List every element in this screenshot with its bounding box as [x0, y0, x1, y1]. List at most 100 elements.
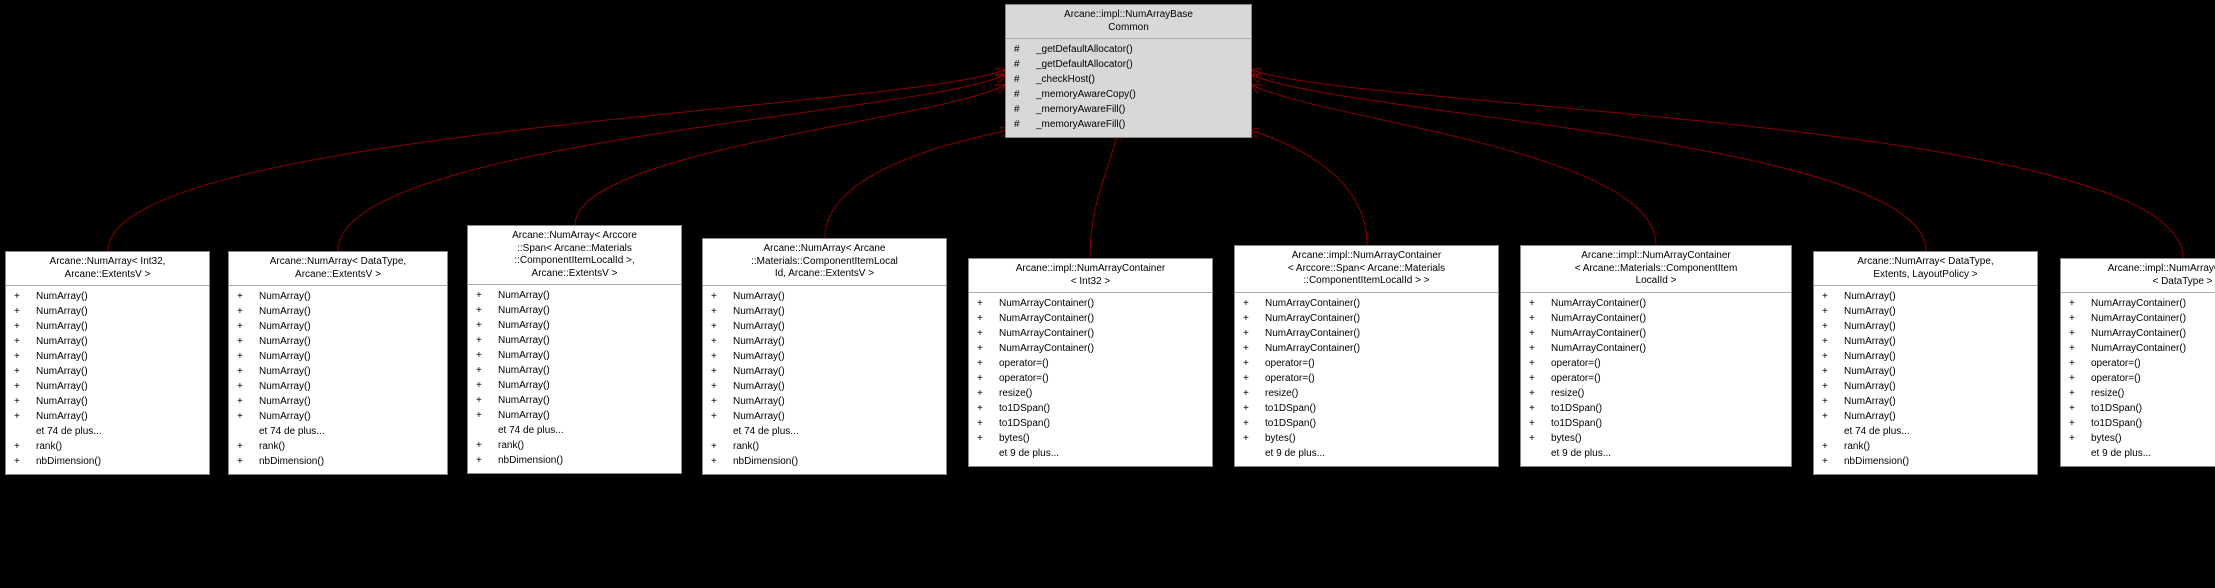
visibility: +: [2065, 356, 2087, 371]
member-row: +NumArray(): [233, 394, 443, 409]
member-row: +NumArray(): [707, 319, 942, 334]
visibility: +: [472, 378, 494, 393]
visibility: +: [1239, 326, 1261, 341]
uml-class-child[interactable]: Arcane::impl::NumArrayContainer < Arcane…: [1520, 245, 1792, 467]
visibility: +: [2065, 431, 2087, 446]
member-row: +NumArray(): [1818, 364, 2033, 379]
member-name: NumArray(): [1840, 349, 2033, 364]
member-name: bytes(): [1547, 431, 1787, 446]
visibility: +: [233, 364, 255, 379]
class-members: +NumArray()+NumArray()+NumArray()+NumArr…: [703, 286, 946, 474]
visibility: #: [1010, 57, 1032, 72]
member-row: +NumArray(): [472, 363, 677, 378]
member-row: +operator=(): [2065, 356, 2215, 371]
member-row: +bytes(): [1525, 431, 1787, 446]
uml-class-root[interactable]: Arcane::impl::NumArrayBase Common #_getD…: [1005, 4, 1252, 138]
class-title: Arcane::impl::NumArrayContainer < DataTy…: [2061, 259, 2215, 293]
visibility: +: [10, 289, 32, 304]
uml-class-child[interactable]: Arcane::impl::NumArrayContainer < Arccor…: [1234, 245, 1499, 467]
class-members: +NumArray()+NumArray()+NumArray()+NumArr…: [468, 285, 681, 473]
member-name: NumArrayContainer(): [1547, 341, 1787, 356]
member-row: +NumArrayContainer(): [1239, 296, 1494, 311]
member-row: +NumArray(): [10, 334, 205, 349]
member-name: et 9 de plus...: [995, 446, 1208, 461]
member-row: +NumArray(): [1818, 409, 2033, 424]
member-row: +rank(): [10, 439, 205, 454]
member-row: +NumArray(): [1818, 334, 2033, 349]
visibility: +: [973, 356, 995, 371]
member-row: +to1DSpan(): [973, 416, 1208, 431]
visibility: +: [1239, 341, 1261, 356]
visibility: +: [10, 319, 32, 334]
member-row: +NumArray(): [10, 304, 205, 319]
visibility: +: [1525, 311, 1547, 326]
member-row: +NumArray(): [10, 394, 205, 409]
member-name: _memoryAwareFill(): [1032, 117, 1247, 132]
visibility: +: [707, 409, 729, 424]
visibility: +: [472, 453, 494, 468]
member-row: +resize(): [973, 386, 1208, 401]
visibility: +: [707, 304, 729, 319]
member-name: operator=(): [1261, 371, 1494, 386]
visibility: +: [10, 334, 32, 349]
visibility: +: [1239, 311, 1261, 326]
member-name: NumArrayContainer(): [1261, 311, 1494, 326]
member-name: NumArray(): [1840, 394, 2033, 409]
member-name: nbDimension(): [32, 454, 205, 469]
member-name: NumArray(): [255, 349, 443, 364]
member-name: NumArray(): [729, 379, 942, 394]
member-row: +NumArray(): [707, 394, 942, 409]
member-name: NumArray(): [729, 334, 942, 349]
member-name: _memoryAwareCopy(): [1032, 87, 1247, 102]
member-row: +NumArrayContainer(): [2065, 311, 2215, 326]
uml-class-child[interactable]: Arcane::NumArray< Arcane ::Materials::Co…: [702, 238, 947, 475]
visibility: +: [707, 334, 729, 349]
visibility: +: [1818, 349, 1840, 364]
visibility: +: [2065, 371, 2087, 386]
uml-class-child[interactable]: Arcane::NumArray< Arccore ::Span< Arcane…: [467, 225, 682, 474]
uml-class-child[interactable]: Arcane::NumArray< DataType, Extents, Lay…: [1813, 251, 2038, 475]
uml-class-child[interactable]: Arcane::NumArray< Int32, Arcane::Extents…: [5, 251, 210, 475]
visibility: +: [973, 311, 995, 326]
member-name: operator=(): [995, 356, 1208, 371]
class-title: Arcane::impl::NumArrayBase Common: [1006, 5, 1251, 39]
member-row: +nbDimension(): [707, 454, 942, 469]
member-row: +bytes(): [973, 431, 1208, 446]
uml-class-child[interactable]: Arcane::NumArray< DataType, Arcane::Exte…: [228, 251, 448, 475]
member-row: +NumArray(): [1818, 349, 2033, 364]
visibility: #: [1010, 102, 1032, 117]
class-members: +NumArray()+NumArray()+NumArray()+NumArr…: [1814, 286, 2037, 474]
visibility: +: [973, 416, 995, 431]
member-name: NumArray(): [32, 394, 205, 409]
member-name: NumArray(): [729, 349, 942, 364]
member-row: +NumArray(): [1818, 319, 2033, 334]
member-row: +rank(): [707, 439, 942, 454]
member-name: et 74 de plus...: [255, 424, 443, 439]
member-row: +NumArray(): [472, 288, 677, 303]
member-name: NumArray(): [1840, 409, 2033, 424]
visibility: #: [1010, 42, 1032, 57]
member-name: NumArray(): [1840, 364, 2033, 379]
uml-class-child[interactable]: Arcane::impl::NumArrayContainer < Int32 …: [968, 258, 1213, 467]
visibility: +: [10, 409, 32, 424]
member-name: operator=(): [2087, 356, 2215, 371]
visibility: +: [2065, 326, 2087, 341]
member-name: NumArray(): [729, 304, 942, 319]
visibility: +: [10, 439, 32, 454]
visibility: +: [233, 334, 255, 349]
member-name: NumArray(): [729, 409, 942, 424]
member-name: _getDefaultAllocator(): [1032, 42, 1247, 57]
visibility: +: [1818, 304, 1840, 319]
member-row: et 74 de plus...: [472, 423, 677, 438]
uml-class-child[interactable]: Arcane::impl::NumArrayContainer < DataTy…: [2060, 258, 2215, 467]
member-row: +NumArray(): [472, 378, 677, 393]
visibility: +: [1525, 401, 1547, 416]
member-name: NumArray(): [255, 334, 443, 349]
member-name: operator=(): [995, 371, 1208, 386]
member-row: +nbDimension(): [1818, 454, 2033, 469]
member-row: +rank(): [1818, 439, 2033, 454]
member-row: +NumArray(): [233, 349, 443, 364]
member-name: resize(): [1547, 386, 1787, 401]
member-name: to1DSpan(): [1547, 401, 1787, 416]
member-name: bytes(): [995, 431, 1208, 446]
